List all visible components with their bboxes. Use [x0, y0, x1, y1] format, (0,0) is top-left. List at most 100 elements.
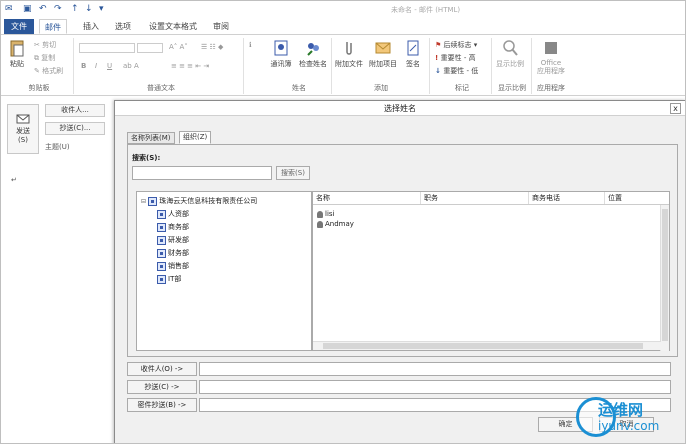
search-input[interactable] [132, 166, 272, 180]
title-bar: ✉ ▣ ↶ ↷ ↑ ↓ ▾ 未命名 - 邮件 (HTML) [1, 1, 685, 17]
org-tree: ⊟ 珠海云天信息科技有限责任公司 人资部 商务部 研发部 财务部 销售部 IT部 [136, 191, 312, 351]
person-icon [317, 220, 323, 228]
tree-item[interactable]: 商务部 [157, 221, 189, 233]
to-button[interactable]: 收件人... [45, 104, 105, 117]
include-group-label: 添加 [374, 84, 388, 92]
font-size-combo[interactable] [137, 43, 163, 53]
organization-panel: 搜索(S): 搜索(S) ⊟ 珠海云天信息科技有限责任公司 人资部 商务部 研发… [127, 144, 678, 357]
dialog-title: 选择姓名 [115, 101, 685, 116]
tab-file[interactable]: 文件 [4, 19, 34, 34]
address-book-icon [274, 40, 288, 56]
divider [331, 38, 332, 94]
tree-item[interactable]: 财务部 [157, 247, 189, 259]
to-button[interactable]: 收件人(O) -> [127, 362, 197, 376]
divider [491, 38, 492, 94]
bcc-button[interactable]: 密件抄送(B) -> [127, 398, 197, 412]
grow-font-icon[interactable]: A˄ A˅ [169, 43, 188, 51]
column-header-name[interactable]: 名称 [313, 192, 421, 204]
office-apps-button[interactable]: Office 应用程序 [535, 39, 567, 75]
attach-item-button[interactable]: 附加项目 [367, 39, 399, 69]
envelope-icon [375, 42, 391, 54]
undo-icon[interactable]: ↶ [39, 4, 47, 14]
tab-review[interactable]: 审阅 [213, 19, 229, 34]
tree-item-label: 商务部 [168, 223, 189, 231]
tree-item-label: 财务部 [168, 249, 189, 257]
tree-item[interactable]: 研发部 [157, 234, 189, 246]
paste-button[interactable]: 粘贴 [5, 39, 29, 69]
list-item[interactable]: Andmay [317, 219, 354, 229]
subject-label: 主题(U) [45, 143, 70, 151]
format-painter-button[interactable]: ✎ 格式刷 [34, 66, 63, 76]
paste-label: 粘贴 [10, 60, 24, 68]
check-names-label: 检查姓名 [299, 60, 327, 68]
high-importance-button[interactable]: ! 重要性 - 高 [435, 53, 476, 63]
tab-organization[interactable]: 组织(Z) [179, 131, 212, 144]
tree-item-label: 研发部 [168, 236, 189, 244]
zoom-button[interactable]: 显示比例 [495, 39, 525, 69]
cc-input[interactable] [199, 380, 671, 394]
align-icons[interactable]: ≡ ≡ ≡ ⇤ ⇥ [171, 62, 209, 70]
dept-icon [157, 235, 166, 245]
copy-label: 复制 [41, 54, 56, 62]
column-header-title[interactable]: 职务 [421, 192, 529, 204]
body-cursor[interactable]: ↵ [11, 176, 17, 184]
list-item[interactable]: lisi [317, 209, 334, 219]
close-button[interactable]: x [670, 103, 681, 114]
check-names-button[interactable]: 检查姓名 [297, 39, 329, 69]
basic-text-group-label: 普通文本 [147, 84, 175, 92]
paste-icon [10, 40, 24, 57]
list-item-name: Andmay [325, 220, 354, 228]
tab-options[interactable]: 选项 [115, 19, 131, 34]
scroll-thumb[interactable] [323, 343, 643, 349]
scroll-thumb[interactable] [662, 209, 668, 341]
zoom-label: 显示比例 [496, 60, 524, 68]
divider [429, 38, 430, 94]
tree-item[interactable]: 销售部 [157, 260, 189, 272]
column-header-phone[interactable]: 商务电话 [529, 192, 605, 204]
cc-button[interactable]: 抄送(C) -> [127, 380, 197, 394]
tab-format-text[interactable]: 设置文本格式 [149, 19, 197, 34]
customize-dropdown-icon[interactable]: ▾ [99, 4, 104, 14]
tree-item[interactable]: 人资部 [157, 208, 189, 220]
down-arrow-icon[interactable]: ↓ [85, 4, 93, 14]
attach-file-button[interactable]: 附加文件 [333, 39, 365, 69]
column-header-location[interactable]: 位置 [605, 192, 669, 204]
font-name-combo[interactable] [79, 43, 135, 53]
follow-up-button[interactable]: ⚑ 后续标志 ▾ [435, 40, 477, 50]
horizontal-scrollbar[interactable] [313, 341, 661, 350]
italic-icon[interactable]: I [95, 62, 97, 70]
styles-icon[interactable]: ℹ [249, 41, 252, 49]
signature-button[interactable]: 签名 [401, 39, 425, 69]
redo-icon[interactable]: ↷ [54, 4, 62, 14]
bullets-icon[interactable]: ☰ ☷ ◆ [201, 43, 223, 51]
tab-name-list[interactable]: 名称列表(M) [127, 132, 175, 144]
clipboard-group-label: 剪贴板 [28, 84, 50, 92]
underline-icon[interactable]: U [107, 62, 112, 70]
attach-file-label: 附加文件 [335, 60, 363, 68]
send-button[interactable]: 发送 (S) [7, 104, 39, 154]
address-book-button[interactable]: 通讯簿 [267, 39, 295, 69]
flag-icon: ⚑ [435, 41, 444, 49]
dept-icon [157, 222, 166, 232]
cut-button[interactable]: ✂ 剪切 [34, 40, 56, 50]
collapse-icon[interactable]: ⊟ [141, 198, 146, 205]
tab-insert[interactable]: 插入 [83, 19, 99, 34]
tab-message[interactable]: 邮件 [39, 19, 67, 34]
attach-item-label: 附加项目 [369, 60, 397, 68]
bold-icon[interactable]: B [81, 62, 86, 70]
to-input[interactable] [199, 362, 671, 376]
dept-icon [157, 274, 166, 284]
low-importance-button[interactable]: ↓ 重要性 - 低 [435, 66, 478, 76]
cc-button[interactable]: 抄送(C)... [45, 122, 105, 135]
cut-label: 剪切 [42, 41, 57, 49]
tree-root[interactable]: ⊟ 珠海云天信息科技有限责任公司 [141, 195, 257, 207]
vertical-scrollbar[interactable] [660, 205, 669, 351]
save-icon[interactable]: ▣ [23, 4, 32, 14]
up-arrow-icon[interactable]: ↑ [71, 4, 79, 14]
copy-button[interactable]: ⧉ 复制 [34, 53, 55, 63]
high-importance-label: 重要性 - 高 [440, 54, 476, 62]
tree-item[interactable]: IT部 [157, 273, 181, 285]
apps-group-label: 应用程序 [537, 84, 565, 92]
highlight-icon[interactable]: ab A [123, 62, 139, 70]
search-button[interactable]: 搜索(S) [276, 166, 310, 180]
